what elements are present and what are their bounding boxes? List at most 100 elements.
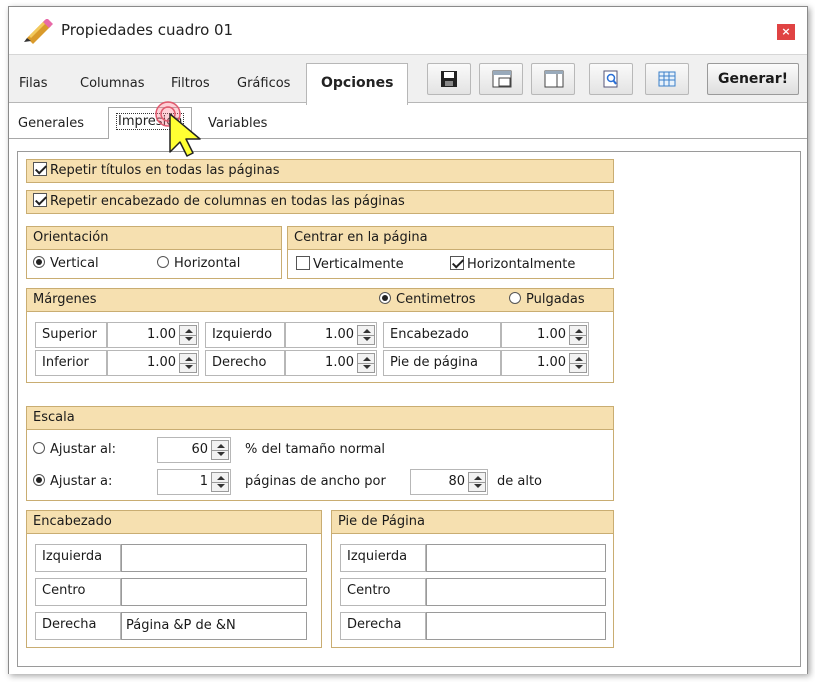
page-header-group: Izquierda Centro Derecha Página &P de &N [26,533,322,648]
unit-cm-option[interactable]: Centimetros [379,289,476,311]
scale-wide-spinner[interactable] [211,472,229,492]
header-derecha-label: Derecha [35,612,121,640]
footer-izquierda-input[interactable] [426,544,606,572]
columns-button[interactable] [531,63,575,95]
orientation-group: Vertical Horizontal [26,249,282,279]
scale-tall-input[interactable]: 80 [410,469,488,495]
margin-derecho-input[interactable]: 1.00 [285,350,377,376]
orientation-horizontal-option[interactable]: Horizontal [157,256,240,271]
margin-pie-input[interactable]: 1.00 [501,350,589,376]
mouse-cursor-icon [155,101,201,157]
repeat-titles-checkbox[interactable] [33,162,47,176]
scale-percent-option[interactable]: Ajustar al: [33,442,116,457]
preview-button[interactable] [589,63,633,95]
close-button[interactable]: × [777,24,795,40]
properties-window: Propiedades cuadro 01 × Filas Columnas F… [8,6,808,674]
margins-title: Márgenes [33,292,97,307]
scale-tall-value: 80 [448,474,465,489]
repeat-headers-label: Repetir encabezado de columnas en todas … [50,194,405,209]
margin-inferior-value: 1.00 [147,355,176,370]
scale-pages-option[interactable]: Ajustar a: [33,474,112,489]
margin-pie-value: 1.00 [537,355,566,370]
margin-derecho-label: Derecho [205,350,285,376]
center-horizontal-checkbox[interactable] [450,256,464,270]
footer-derecha-input[interactable] [426,612,606,640]
center-vertical-label: Verticalmente [313,257,404,272]
margin-izquierdo-label: Izquierdo [205,322,285,348]
margin-inferior-spinner[interactable] [179,353,197,373]
scale-tall-spinner[interactable] [468,472,486,492]
subtab-variables-label: Variables [208,116,268,131]
scale-pages-label: Ajustar a: [50,474,113,489]
margin-superior-spinner[interactable] [179,325,197,345]
subtab-generales[interactable]: Generales [11,111,91,139]
header-izquierda-input[interactable] [121,544,307,572]
scale-pages-radio[interactable] [33,474,45,486]
header-centro-input[interactable] [121,578,307,606]
margin-superior-value: 1.00 [147,327,176,342]
layout-icon [492,70,512,88]
scale-percent-input[interactable]: 60 [157,437,231,463]
scale-percent-spinner[interactable] [211,440,229,460]
margin-inferior-input[interactable]: 1.00 [107,350,199,376]
table-button[interactable] [645,63,689,95]
tab-graficos[interactable]: Gráficos [229,69,298,103]
scale-percent-value: 60 [191,442,208,457]
repeat-titles-row[interactable]: Repetir títulos en todas las páginas [26,159,614,183]
tab-columnas[interactable]: Columnas [72,69,153,103]
unit-inch-radio[interactable] [509,292,521,304]
margins-group: Superior 1.00 Izquierdo 1.00 Encabezado … [26,311,614,383]
header-centro-label: Centro [35,578,121,606]
subtab-variables[interactable]: Variables [201,111,274,139]
margin-superior-input[interactable]: 1.00 [107,322,199,348]
unit-cm-radio[interactable] [379,292,391,304]
center-vertical-checkbox[interactable] [296,256,310,270]
margin-encabezado-value: 1.00 [537,327,566,342]
margin-izquierdo-value: 1.00 [325,327,354,342]
tab-opciones[interactable]: Opciones [306,63,409,105]
orientation-vertical-option[interactable]: Vertical [33,256,99,271]
options-panel: Generales Impresión Variables Repetir tí… [9,102,807,674]
scale-percent-suffix: % del tamaño normal [245,442,386,457]
margin-superior-label: Superior [35,322,107,348]
header-derecha-input[interactable]: Página &P de &N [121,612,307,640]
scale-pages-suffix: de alto [497,474,543,489]
scale-wide-input[interactable]: 1 [157,469,231,495]
impresion-options: Repetir títulos en todas las páginas Rep… [17,151,801,667]
page-footer-group: Izquierda Centro Derecha [331,533,614,648]
margin-pie-label: Pie de página [383,350,501,376]
margin-izquierdo-spinner[interactable] [357,325,375,345]
page-footer-title: Pie de Página [331,510,614,534]
orientation-vertical-radio[interactable] [33,256,45,268]
header-izquierda-label: Izquierda [35,544,121,572]
repeat-headers-row[interactable]: Repetir encabezado de columnas en todas … [26,190,614,214]
orientation-horizontal-radio[interactable] [157,256,169,268]
margin-encabezado-input[interactable]: 1.00 [501,322,589,348]
unit-cm-label: Centimetros [396,292,476,307]
tab-filtros[interactable]: Filtros [163,69,218,103]
center-vertical-option[interactable]: Verticalmente [296,256,404,272]
tab-filas[interactable]: Filas [11,69,56,103]
unit-inch-option[interactable]: Pulgadas [509,289,585,311]
margin-encabezado-label: Encabezado [383,322,501,348]
generate-button[interactable]: Generar! [707,63,799,95]
margin-izquierdo-input[interactable]: 1.00 [285,322,377,348]
footer-centro-input[interactable] [426,578,606,606]
preview-icon [603,70,618,88]
margin-encabezado-spinner[interactable] [569,325,587,345]
scale-header: Escala [26,406,614,430]
margin-derecho-spinner[interactable] [357,353,375,373]
center-horizontal-option[interactable]: Horizontalmente [450,256,575,272]
scale-percent-radio[interactable] [33,442,45,454]
save-button[interactable] [427,63,471,95]
footer-izquierda-label: Izquierda [340,544,426,572]
orientation-vertical-label: Vertical [50,256,99,271]
footer-centro-label: Centro [340,578,426,606]
repeat-headers-checkbox[interactable] [33,193,47,207]
pencil-app-icon [24,19,53,44]
center-horizontal-label: Horizontalmente [467,257,576,272]
layout-button[interactable] [479,63,523,95]
table-icon [658,71,676,87]
main-tab-bar: Filas Columnas Filtros Gráficos Opciones [9,55,807,105]
margin-pie-spinner[interactable] [569,353,587,373]
